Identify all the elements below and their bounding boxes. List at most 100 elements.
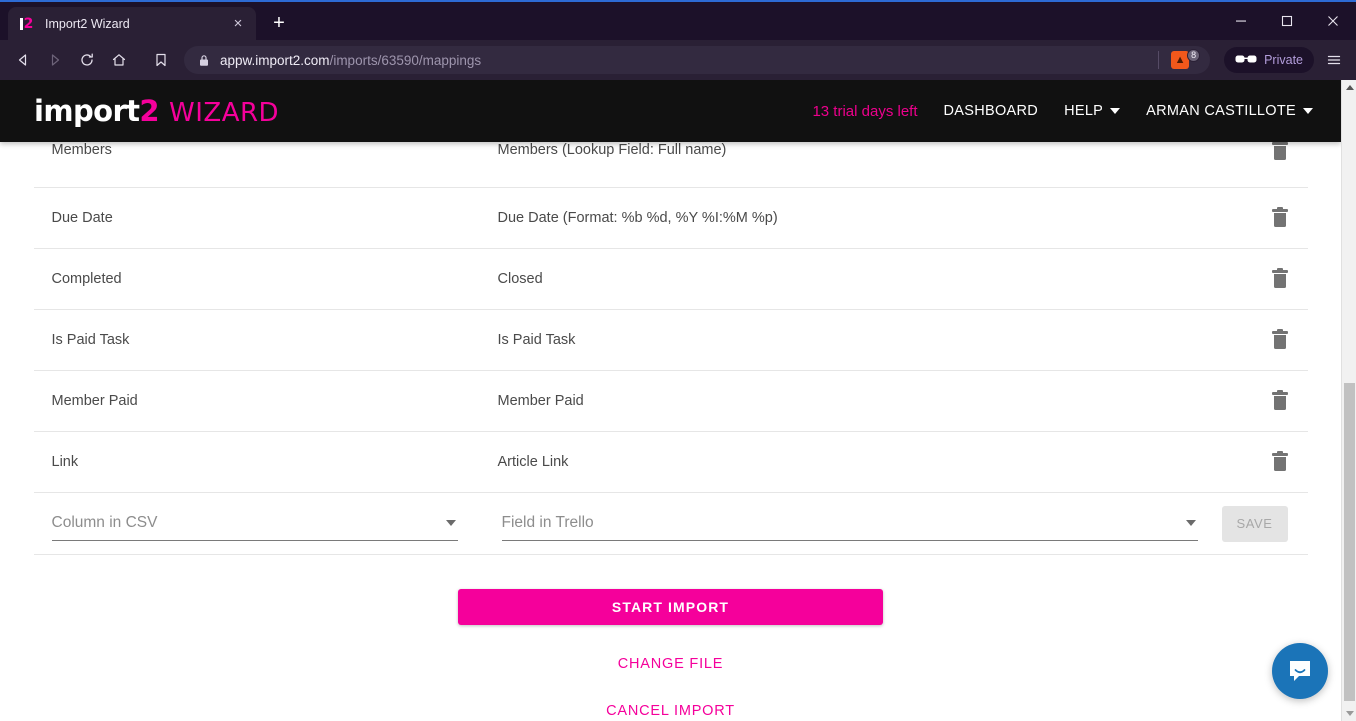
chevron-down-icon xyxy=(1303,108,1313,114)
lock-icon xyxy=(196,54,212,67)
mapping-source-field: Members xyxy=(52,142,498,158)
close-icon xyxy=(1327,15,1339,27)
window-minimize-button[interactable] xyxy=(1218,2,1264,40)
nav-account-label: ARMAN CASTILLOTE xyxy=(1146,103,1296,119)
address-bar[interactable]: appw.import2.com/imports/63590/mappings … xyxy=(184,46,1210,74)
page-viewport: import2 WIZARD 13 trial days left DASHBO… xyxy=(0,80,1356,721)
nav-account[interactable]: ARMAN CASTILLOTE xyxy=(1146,103,1313,119)
home-button[interactable] xyxy=(104,45,134,75)
import-actions: START IMPORT CHANGE FILE CANCEL IMPORT xyxy=(34,555,1308,719)
hamburger-menu-icon xyxy=(1326,52,1342,68)
trash-icon xyxy=(1272,270,1288,288)
mapping-delete-button[interactable] xyxy=(1248,142,1288,160)
start-import-button[interactable]: START IMPORT xyxy=(458,589,883,625)
change-file-button[interactable]: CHANGE FILE xyxy=(618,656,724,672)
tab-title: Import2 Wizard xyxy=(45,17,228,31)
table-row: Is Paid Task Is Paid Task xyxy=(34,310,1308,371)
mapping-target-field: Closed xyxy=(498,271,1248,287)
csv-column-select[interactable]: Column in CSV xyxy=(52,507,458,541)
trello-field-placeholder: Field in Trello xyxy=(502,514,594,532)
chevron-down-icon xyxy=(1110,108,1120,114)
url-text: appw.import2.com/imports/63590/mappings xyxy=(220,53,1150,68)
window-close-button[interactable] xyxy=(1310,2,1356,40)
trash-icon xyxy=(1272,142,1288,160)
mapping-target-field: Is Paid Task xyxy=(498,332,1248,348)
trash-icon xyxy=(1272,209,1288,227)
mapping-target-field: Members (Lookup Field: Full name) xyxy=(498,142,1248,158)
forward-button[interactable] xyxy=(40,45,70,75)
table-row: Due Date Due Date (Format: %b %d, %Y %I:… xyxy=(34,188,1308,249)
nav-dashboard[interactable]: DASHBOARD xyxy=(944,103,1039,119)
new-tab-button[interactable]: + xyxy=(264,8,294,38)
trello-field-select[interactable]: Field in Trello xyxy=(502,507,1198,541)
trash-icon xyxy=(1272,331,1288,349)
browser-toolbar: appw.import2.com/imports/63590/mappings … xyxy=(0,40,1356,80)
mapping-source-field: Is Paid Task xyxy=(52,332,498,348)
import2-wizard-logo[interactable]: import2 WIZARD xyxy=(34,94,279,128)
header-nav: 13 trial days left DASHBOARD HELP ARMAN … xyxy=(812,103,1313,120)
mapping-source-field: Link xyxy=(52,454,498,470)
reload-icon xyxy=(79,52,95,68)
browser-window: 2 Import2 Wizard × + xyxy=(0,0,1356,721)
chevron-up-icon xyxy=(1346,85,1354,90)
url-path: /imports/63590/mappings xyxy=(330,53,482,68)
logo-word: import xyxy=(34,94,139,128)
chevron-down-icon xyxy=(446,520,456,526)
url-separator xyxy=(1158,51,1159,69)
window-maximize-button[interactable] xyxy=(1264,2,1310,40)
trash-icon xyxy=(1272,392,1288,410)
trial-days-left: 13 trial days left xyxy=(812,103,917,120)
mapping-delete-button[interactable] xyxy=(1248,270,1288,288)
page-scroll-area: import2 WIZARD 13 trial days left DASHBO… xyxy=(0,80,1341,721)
scroll-down-button[interactable] xyxy=(1342,706,1356,721)
shields-blocked-count: 8 xyxy=(1187,49,1200,62)
mapping-delete-button[interactable] xyxy=(1248,453,1288,471)
cancel-import-button[interactable]: CANCEL IMPORT xyxy=(606,703,735,719)
chevron-down-icon xyxy=(1186,520,1196,526)
nav-help-label: HELP xyxy=(1064,103,1103,119)
favicon-digit: 2 xyxy=(24,18,34,30)
mapping-source-field: Completed xyxy=(52,271,498,287)
brave-shields-button[interactable]: ▲ 8 xyxy=(1167,48,1204,72)
scroll-up-button[interactable] xyxy=(1342,80,1356,95)
logo-wordmark: import2 xyxy=(34,94,159,128)
private-label: Private xyxy=(1264,53,1303,67)
mapping-target-field: Article Link xyxy=(498,454,1248,470)
bookmark-button[interactable] xyxy=(146,45,176,75)
tab-close-icon[interactable]: × xyxy=(228,14,248,34)
table-row: Member Paid Member Paid xyxy=(34,371,1308,432)
minimize-icon xyxy=(1235,15,1247,27)
mapping-delete-button[interactable] xyxy=(1248,392,1288,410)
field-mappings-table: Members Members (Lookup Field: Full name… xyxy=(34,142,1308,555)
mapping-delete-button[interactable] xyxy=(1248,209,1288,227)
browser-menu-button[interactable] xyxy=(1320,46,1348,74)
scrollbar-thumb[interactable] xyxy=(1344,383,1355,701)
tab-strip: 2 Import2 Wizard × + xyxy=(0,2,1356,40)
nav-help[interactable]: HELP xyxy=(1064,103,1120,119)
private-glasses-icon xyxy=(1235,54,1257,64)
private-mode-indicator: Private xyxy=(1224,47,1314,73)
mapping-target-field: Due Date (Format: %b %d, %Y %I:%M %p) xyxy=(498,210,1248,226)
reload-button[interactable] xyxy=(72,45,102,75)
app-header: import2 WIZARD 13 trial days left DASHBO… xyxy=(0,80,1341,142)
mapping-source-field: Member Paid xyxy=(52,393,498,409)
back-arrow-icon xyxy=(15,52,31,68)
forward-arrow-icon xyxy=(47,52,63,68)
csv-column-placeholder: Column in CSV xyxy=(52,514,158,532)
padlock-icon xyxy=(198,54,210,67)
back-button[interactable] xyxy=(8,45,38,75)
intercom-chat-icon xyxy=(1285,656,1315,686)
logo-digit: 2 xyxy=(139,94,159,128)
logo-suffix: WIZARD xyxy=(169,98,279,128)
home-icon xyxy=(111,52,127,68)
page-scrollbar[interactable] xyxy=(1341,80,1356,721)
mapping-target-field: Member Paid xyxy=(498,393,1248,409)
save-mapping-button[interactable]: SAVE xyxy=(1222,506,1288,542)
mapping-delete-button[interactable] xyxy=(1248,331,1288,349)
mapping-source-field: Due Date xyxy=(52,210,498,226)
browser-tab-import2-wizard[interactable]: 2 Import2 Wizard × xyxy=(8,7,256,40)
table-row: Link Article Link xyxy=(34,432,1308,493)
import2-favicon-icon: 2 xyxy=(18,15,35,32)
maximize-icon xyxy=(1281,15,1293,27)
intercom-chat-launcher[interactable] xyxy=(1272,643,1328,699)
